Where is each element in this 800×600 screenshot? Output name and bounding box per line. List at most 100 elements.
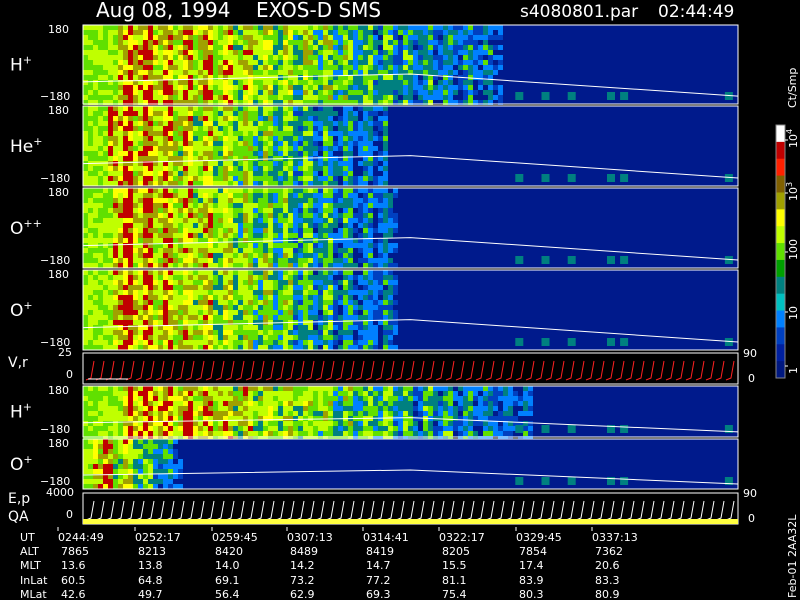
heat-cell xyxy=(368,166,373,171)
heat-cell xyxy=(313,386,318,391)
heat-cell xyxy=(158,90,163,95)
heat-cell xyxy=(338,146,343,151)
heat-cell xyxy=(238,141,243,146)
heat-cell xyxy=(298,176,303,181)
heat-cell xyxy=(108,305,113,310)
heat-cell xyxy=(228,290,233,295)
heat-cell xyxy=(88,406,93,411)
heat-cell xyxy=(163,406,168,411)
heat-cell xyxy=(148,396,153,401)
heat-cell xyxy=(383,193,388,198)
heat-cell xyxy=(183,85,188,90)
heat-cell xyxy=(143,166,148,171)
heat-cell xyxy=(338,95,343,100)
heat-cell xyxy=(318,55,323,60)
heat-cell xyxy=(333,340,338,345)
heat-cell xyxy=(383,253,388,258)
heat-cell xyxy=(268,253,273,258)
heat-cell xyxy=(253,300,258,305)
heat-cell xyxy=(183,263,188,268)
heat-cell xyxy=(123,203,128,208)
heat-cell xyxy=(318,300,323,305)
heat-cell xyxy=(213,290,218,295)
heat-cell xyxy=(328,258,333,263)
heat-cell xyxy=(193,171,198,176)
heat-cell xyxy=(343,50,348,55)
heat-cell xyxy=(188,106,193,111)
heat-cell xyxy=(88,391,93,396)
heat-cell xyxy=(98,136,103,141)
heat-cell xyxy=(268,90,273,95)
heat-cell xyxy=(258,218,263,223)
heat-cell xyxy=(248,85,253,90)
heat-cell xyxy=(143,50,148,55)
heat-cell xyxy=(398,416,403,421)
heat-cell xyxy=(198,401,203,406)
heat-cell xyxy=(253,233,258,238)
heat-cell xyxy=(158,285,163,290)
heat-cell xyxy=(88,141,93,146)
heat-cell xyxy=(313,181,318,186)
heat-cell xyxy=(143,290,148,295)
heat-cell xyxy=(368,228,373,233)
heat-cell xyxy=(83,223,88,228)
heat-cell xyxy=(323,300,328,305)
heat-cell xyxy=(343,90,348,95)
heat-patch xyxy=(541,92,550,100)
heat-cell xyxy=(213,310,218,315)
heat-cell xyxy=(363,181,368,186)
heat-patch xyxy=(541,338,550,346)
heat-cell xyxy=(193,25,198,30)
heat-cell xyxy=(238,50,243,55)
heat-cell xyxy=(163,203,168,208)
heat-cell xyxy=(188,426,193,431)
heat-cell xyxy=(263,280,268,285)
heat-cell xyxy=(243,70,248,75)
heat-cell xyxy=(188,111,193,116)
heat-cell xyxy=(368,310,373,315)
heat-cell xyxy=(383,75,388,80)
heat-cell xyxy=(143,315,148,320)
heat-cell xyxy=(178,310,183,315)
heat-cell xyxy=(433,65,438,70)
heat-cell xyxy=(93,411,98,416)
heat-cell xyxy=(228,171,233,176)
heat-cell xyxy=(128,345,133,350)
heat-cell xyxy=(93,181,98,186)
heat-cell xyxy=(133,406,138,411)
heat-cell xyxy=(393,243,398,248)
heat-cell xyxy=(293,40,298,45)
heat-cell xyxy=(108,335,113,340)
heat-cell xyxy=(163,193,168,198)
heat-cell xyxy=(258,295,263,300)
heat-cell xyxy=(98,248,103,253)
heat-cell xyxy=(198,188,203,193)
heat-cell xyxy=(353,431,358,436)
heat-cell xyxy=(333,238,338,243)
heat-cell xyxy=(198,208,203,213)
heat-cell xyxy=(258,193,263,198)
heat-cell xyxy=(433,25,438,30)
heat-cell xyxy=(238,116,243,121)
heat-cell xyxy=(243,270,248,275)
heat-cell xyxy=(168,320,173,325)
heat-cell xyxy=(218,121,223,126)
heat-cell xyxy=(253,156,258,161)
heat-cell xyxy=(288,243,293,248)
heat-cell xyxy=(303,198,308,203)
heat-cell xyxy=(248,253,253,258)
heat-cell xyxy=(283,198,288,203)
heat-cell xyxy=(108,176,113,181)
heat-cell xyxy=(368,136,373,141)
heat-cell xyxy=(338,335,343,340)
heat-cell xyxy=(348,290,353,295)
heat-cell xyxy=(368,30,373,35)
heat-cell xyxy=(193,340,198,345)
heat-cell xyxy=(303,396,308,401)
heat-cell xyxy=(143,146,148,151)
heat-cell xyxy=(383,290,388,295)
heat-cell xyxy=(363,55,368,60)
heat-cell xyxy=(158,233,163,238)
heat-cell xyxy=(93,238,98,243)
heat-cell xyxy=(93,193,98,198)
